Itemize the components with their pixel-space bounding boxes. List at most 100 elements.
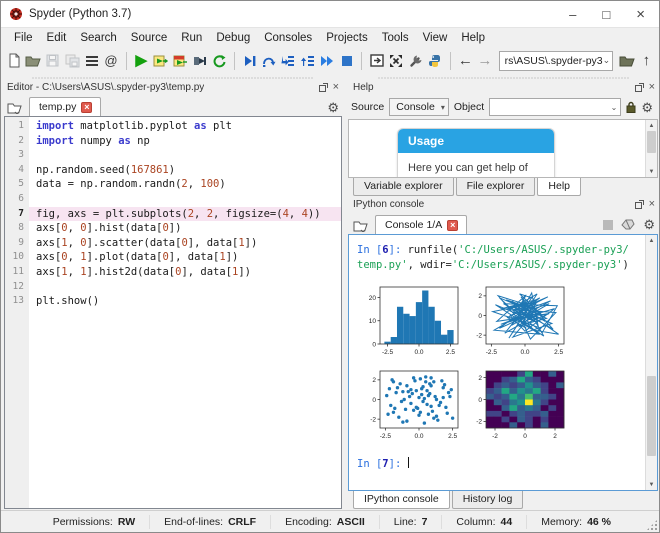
console-scrollbar[interactable]: ▲ ▼	[645, 235, 657, 490]
save-button[interactable]	[44, 50, 61, 72]
step-return-button[interactable]	[299, 50, 316, 72]
rerun-cell-button[interactable]	[171, 50, 188, 72]
maximize-button[interactable]: □	[602, 8, 610, 21]
tab-help[interactable]: Help	[537, 178, 581, 196]
close-pane-icon[interactable]: ×	[649, 199, 655, 210]
browse-tabs-icon[interactable]	[7, 101, 23, 114]
svg-text:0: 0	[478, 397, 482, 404]
working-directory-value: rs\ASUS\.spyder-py3	[505, 55, 603, 67]
console-content[interactable]: In [6]: runfile('C:/Users/ASUS/.spyder-p…	[348, 234, 658, 491]
scroll-down-icon[interactable]: ▼	[649, 479, 655, 490]
step-over-button[interactable]	[260, 50, 277, 72]
back-button[interactable]: ←	[457, 50, 474, 72]
code-line[interactable]: 11axs[1, 1].hist2d(data[0], data[1])	[5, 265, 341, 280]
scroll-up-icon[interactable]: ▲	[649, 235, 655, 246]
preferences-button[interactable]	[407, 50, 424, 72]
run-file-button[interactable]: ▶	[133, 50, 150, 72]
menu-item-run[interactable]: Run	[174, 30, 209, 46]
code-line[interactable]: 6	[5, 192, 341, 207]
code-line[interactable]: 2import numpy as np	[5, 134, 341, 149]
continue-button[interactable]	[318, 50, 335, 72]
find-symbols-button[interactable]: @	[102, 50, 119, 72]
console-options-gear-icon[interactable]: ⚙	[643, 218, 655, 231]
fullscreen-button[interactable]	[388, 50, 405, 72]
source-label: Source	[351, 101, 384, 113]
code-line[interactable]: 9axs[1, 0].scatter(data[0], data[1])	[5, 236, 341, 251]
spyder-logo-icon	[9, 7, 23, 21]
console-tab[interactable]: Console 1/A ×	[375, 215, 467, 234]
forward-button[interactable]: →	[476, 50, 493, 72]
scroll-down-icon[interactable]: ▼	[649, 166, 655, 177]
close-tab-icon[interactable]: ×	[81, 102, 92, 113]
close-pane-icon[interactable]: ×	[649, 82, 655, 93]
code-line[interactable]: 7fig, axs = plt.subplots(2, 2, figsize=(…	[5, 207, 341, 222]
help-options-gear-icon[interactable]: ⚙	[641, 101, 653, 114]
tab-file-explorer[interactable]: File explorer	[456, 178, 536, 196]
menu-item-search[interactable]: Search	[73, 30, 123, 46]
object-input[interactable]: ⌄	[489, 98, 621, 116]
menu-item-tools[interactable]: Tools	[375, 30, 416, 46]
browse-tabs-icon[interactable]	[353, 219, 369, 232]
maximize-pane-button[interactable]	[368, 50, 385, 72]
console-line: temp.py', wdir='C:/Users/ASUS/.spyder-py…	[357, 258, 645, 273]
python-path-manager-button[interactable]	[426, 50, 443, 72]
code-editor[interactable]: 1import matplotlib.pyplot as plt2import …	[4, 116, 342, 509]
toolbar-separator	[361, 52, 362, 70]
help-scrollbar[interactable]: ▲ ▼	[645, 120, 657, 177]
minimize-button[interactable]: –	[569, 8, 576, 21]
debug-file-button[interactable]	[241, 50, 258, 72]
menu-item-source[interactable]: Source	[124, 30, 174, 46]
menu-item-file[interactable]: File	[7, 30, 40, 46]
menu-item-consoles[interactable]: Consoles	[257, 30, 319, 46]
menu-item-debug[interactable]: Debug	[209, 30, 257, 46]
open-dir-button[interactable]	[618, 50, 635, 72]
scroll-up-icon[interactable]: ▲	[649, 120, 655, 131]
close-button[interactable]: ×	[636, 7, 645, 22]
open-file-button[interactable]	[24, 50, 41, 72]
tab-variable-explorer[interactable]: Variable explorer	[353, 178, 454, 196]
working-directory-combo[interactable]: rs\ASUS\.spyder-py3 ⌄	[499, 51, 614, 71]
close-pane-icon[interactable]: ×	[333, 82, 339, 93]
status-line: Line:7	[379, 515, 442, 529]
svg-text:2: 2	[478, 293, 482, 300]
code-line[interactable]: 8axs[0, 0].hist(data[0])	[5, 221, 341, 236]
file-switcher-button[interactable]	[83, 50, 100, 72]
run-cell-button[interactable]	[152, 50, 169, 72]
svg-text:2: 2	[372, 377, 376, 384]
resize-grip[interactable]	[647, 520, 657, 530]
run-selection-button[interactable]	[191, 50, 208, 72]
eraser-icon[interactable]	[621, 219, 635, 230]
code-line[interactable]: 4np.random.seed(167861)	[5, 163, 341, 178]
code-line[interactable]: 10axs[0, 1].plot(data[0], data[1])	[5, 250, 341, 265]
editor-options-gear-icon[interactable]: ⚙	[327, 101, 339, 114]
interrupt-kernel-icon[interactable]	[603, 220, 613, 230]
editor-tab-temp-py[interactable]: temp.py ×	[29, 97, 101, 116]
lock-icon[interactable]	[626, 101, 636, 113]
parent-dir-button[interactable]: ↑	[638, 50, 655, 72]
undock-icon[interactable]	[635, 200, 644, 209]
code-line[interactable]: 1import matplotlib.pyplot as plt	[5, 119, 341, 134]
console-bottom-tabs: IPython consoleHistory log	[347, 491, 659, 510]
code-line[interactable]: 5data = np.random.randn(2, 100)	[5, 177, 341, 192]
menu-item-projects[interactable]: Projects	[319, 30, 375, 46]
menu-item-help[interactable]: Help	[454, 30, 492, 46]
svg-text:-2: -2	[370, 416, 376, 423]
stop-debug-button[interactable]	[338, 50, 355, 72]
menu-item-view[interactable]: View	[416, 30, 455, 46]
save-all-button[interactable]	[63, 50, 80, 72]
console-body: In [6]: runfile('C:/Users/ASUS/.spyder-p…	[349, 235, 645, 490]
tab-history-log[interactable]: History log	[452, 491, 524, 509]
rerun-last-button[interactable]	[210, 50, 227, 72]
step-into-button[interactable]	[279, 50, 296, 72]
code-line[interactable]: 12	[5, 280, 341, 295]
code-line[interactable]: 13plt.show()	[5, 294, 341, 309]
undock-icon[interactable]	[319, 83, 328, 92]
source-select[interactable]: Console ▾	[389, 98, 449, 116]
menu-item-edit[interactable]: Edit	[40, 30, 74, 46]
subplot-bar: -2.50.02.501020	[359, 283, 463, 365]
tab-ipython-console[interactable]: IPython console	[353, 491, 450, 509]
code-line[interactable]: 3	[5, 148, 341, 163]
new-file-button[interactable]	[5, 50, 22, 72]
close-tab-icon[interactable]: ×	[447, 220, 458, 231]
undock-icon[interactable]	[635, 83, 644, 92]
